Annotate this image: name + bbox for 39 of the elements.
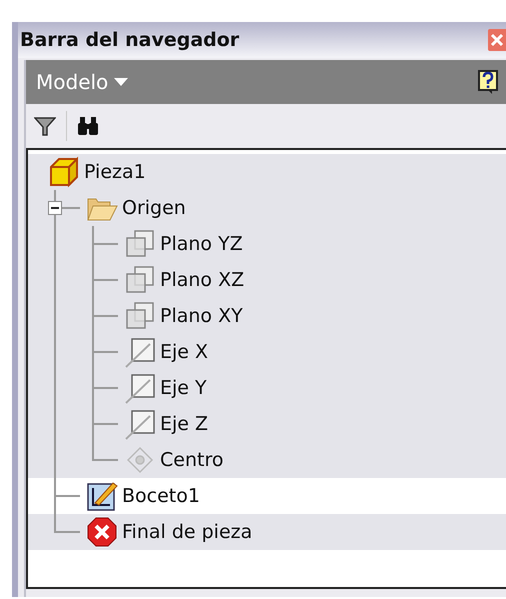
binoculars-icon[interactable]	[77, 115, 99, 137]
tree-label: Centro	[160, 449, 224, 471]
tree-row[interactable]: Plano XZ	[28, 262, 506, 298]
tree-label: Plano XZ	[160, 269, 244, 291]
tree-label: Final de pieza	[122, 521, 252, 543]
expander-icon[interactable]	[48, 201, 62, 215]
tree-label: Origen	[122, 197, 186, 219]
sketch-icon	[86, 480, 118, 512]
model-dropdown[interactable]: Modelo	[36, 70, 128, 94]
tree-label: Eje Z	[160, 413, 208, 435]
window-title: Barra del navegador	[20, 29, 240, 51]
help-icon[interactable]	[478, 70, 498, 94]
tree-label: Boceto1	[122, 485, 200, 507]
tree-row[interactable]: Plano XY	[28, 298, 506, 334]
tree-row[interactable]: Origen	[28, 190, 506, 226]
axis-icon	[124, 336, 156, 368]
tree-label: Pieza1	[84, 161, 146, 183]
tree-row[interactable]: Eje Y	[28, 370, 506, 406]
tree-label: Eje Y	[160, 377, 207, 399]
tree-label: Eje X	[160, 341, 208, 363]
tree-label: Plano XY	[160, 305, 243, 327]
filter-icon[interactable]	[34, 115, 56, 137]
tree-row[interactable]: Centro	[28, 442, 506, 478]
tree-row[interactable]: Eje X	[28, 334, 506, 370]
tree-row[interactable]: Final de pieza	[28, 514, 506, 550]
close-icon[interactable]	[488, 29, 506, 51]
tree-label: Plano YZ	[160, 233, 243, 255]
axis-icon	[124, 372, 156, 404]
cube-icon	[48, 156, 80, 188]
axis-icon	[124, 408, 156, 440]
planes-icon	[124, 300, 156, 332]
caret-icon	[114, 78, 128, 86]
point-icon	[124, 444, 156, 476]
tree-row[interactable]: Plano YZ	[28, 226, 506, 262]
planes-icon	[124, 228, 156, 260]
tree-row[interactable]: Eje Z	[28, 406, 506, 442]
stop-icon	[86, 516, 118, 548]
planes-icon	[124, 264, 156, 296]
tree-row[interactable]: Pieza1	[28, 154, 506, 190]
